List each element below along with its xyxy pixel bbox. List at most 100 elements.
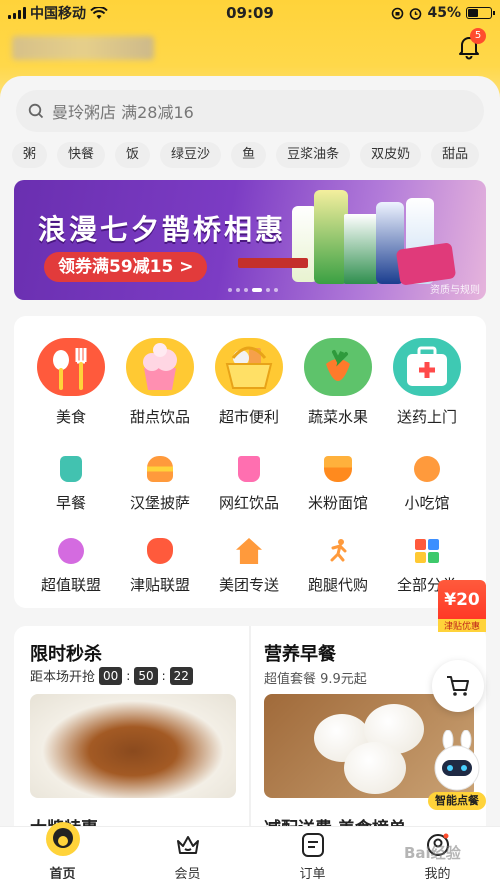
category-food[interactable]: 美食 xyxy=(31,338,111,427)
countdown-minutes: 50 xyxy=(134,666,158,685)
crown-icon xyxy=(176,836,199,854)
category-breakfast[interactable]: 早餐 xyxy=(26,456,116,513)
breakfast-title[interactable]: 营养早餐 xyxy=(264,640,336,666)
category-meituan-delivery[interactable]: 美团专送 xyxy=(204,538,294,595)
category-trendy-drinks[interactable]: 网红饮品 xyxy=(204,456,294,513)
notification-badge: 5 xyxy=(470,28,486,44)
watermark: Bai经验 xyxy=(404,844,461,862)
carousel-dots xyxy=(228,288,278,292)
promo-divider xyxy=(249,626,251,856)
blurred-address[interactable] xyxy=(12,36,154,60)
category-label: 早餐 xyxy=(55,494,86,512)
category-label: 超值联盟 xyxy=(40,576,101,594)
grid-icon xyxy=(414,538,440,564)
promo-section: 限时秒杀 距本场开抢 00: 50: 22 大牌特惠 营养早餐 超值套餐 9.9… xyxy=(14,626,486,856)
money-bag-icon xyxy=(147,538,173,564)
category-errand[interactable]: 跑腿代购 xyxy=(293,538,383,595)
category-dessert-drinks[interactable]: 甜点饮品 xyxy=(120,338,200,427)
category-label: 超市便利 xyxy=(218,408,279,426)
tab-home[interactable]: 首页 xyxy=(0,822,125,879)
tab-label: 首页 xyxy=(49,867,76,879)
tag-chip[interactable]: 粥 xyxy=(12,142,48,168)
category-label: 汉堡披萨 xyxy=(129,494,190,512)
cart-icon xyxy=(447,676,469,696)
house-icon xyxy=(236,538,262,564)
category-value-alliance[interactable]: 超值联盟 xyxy=(26,538,116,595)
flash-sale-title[interactable]: 限时秒杀 xyxy=(30,640,102,666)
carrot-icon xyxy=(304,338,372,396)
category-label: 小吃馆 xyxy=(404,494,450,512)
alarm-icon xyxy=(410,7,422,20)
piggy-bank-icon xyxy=(58,538,84,564)
cart-button[interactable] xyxy=(432,660,484,712)
utensils-icon xyxy=(37,338,105,396)
category-vegetables-fruits[interactable]: 蔬菜水果 xyxy=(298,338,378,427)
burger-icon xyxy=(147,456,173,482)
banner-coupon-button[interactable]: 领券满59减15 > xyxy=(44,252,208,282)
status-bar: 中国移动 09:09 45% xyxy=(0,0,500,26)
search-placeholder: 曼玲粥店 满28减16 xyxy=(52,103,194,122)
battery-percent: 45% xyxy=(427,5,461,21)
chocolate-box-image xyxy=(395,242,457,286)
bubble-tea-icon xyxy=(238,456,260,482)
category-label: 米粉面馆 xyxy=(307,494,368,512)
tag-chip[interactable]: 饭 xyxy=(115,142,151,168)
battery-icon xyxy=(466,7,495,19)
countdown-label: 距本场开抢 xyxy=(30,670,96,685)
promo-banner[interactable]: 浪漫七夕鹊桥相惠 领券满59减15 > 资质与规则 xyxy=(14,180,486,300)
category-subsidy-alliance[interactable]: 津贴联盟 xyxy=(115,538,205,595)
red-packet-label: 津贴优惠 xyxy=(438,619,486,632)
noodle-bowl-icon xyxy=(324,456,352,482)
category-supermarket[interactable]: 超市便利 xyxy=(209,338,289,427)
tag-chip[interactable]: 双皮奶 xyxy=(360,142,422,168)
countdown-seconds: 22 xyxy=(169,666,193,685)
drink-bottle-image xyxy=(314,190,348,284)
banner-rules-link[interactable]: 资质与规则 xyxy=(430,281,480,296)
category-label: 甜点饮品 xyxy=(129,408,190,426)
tag-chip[interactable]: 快餐 xyxy=(57,142,106,168)
dessert-icon xyxy=(126,338,194,396)
category-label: 美团专送 xyxy=(218,576,279,594)
search-icon xyxy=(28,103,44,119)
category-label: 跑腿代购 xyxy=(307,576,368,594)
category-label: 蔬菜水果 xyxy=(307,408,368,426)
category-burger-pizza[interactable]: 汉堡披萨 xyxy=(115,456,205,513)
drumstick-icon xyxy=(414,456,440,482)
basket-icon xyxy=(215,338,283,396)
red-packet-amount: ¥20 xyxy=(444,590,480,610)
bridge-image xyxy=(238,258,308,268)
tab-label: 订单 xyxy=(299,867,326,879)
runner-icon xyxy=(325,538,351,564)
tab-label: 我的 xyxy=(424,867,451,879)
tag-chip[interactable]: 豆浆油条 xyxy=(276,142,351,168)
tab-member[interactable]: 会员 xyxy=(125,827,250,879)
order-list-icon xyxy=(301,833,324,857)
flash-sale-countdown: 距本场开抢 00: 50: 22 xyxy=(30,666,193,685)
category-medicine-delivery[interactable]: 送药上门 xyxy=(387,338,467,427)
tag-chip[interactable]: 甜品 xyxy=(431,142,480,168)
milk-bottle-icon xyxy=(60,456,82,482)
flash-sale-food-image[interactable] xyxy=(30,694,236,798)
medicine-box-icon xyxy=(393,338,461,396)
home-icon xyxy=(45,822,80,856)
tab-orders[interactable]: 订单 xyxy=(250,827,375,879)
search-input[interactable]: 曼玲粥店 满28减16 xyxy=(16,90,484,132)
tab-label: 会员 xyxy=(174,867,201,879)
tag-chip[interactable]: 绿豆沙 xyxy=(160,142,222,168)
subsidy-red-packet[interactable]: ¥20 津贴优惠 xyxy=(438,580,486,632)
breakfast-subtitle: 超值套餐 9.9元起 xyxy=(264,672,367,687)
category-snacks[interactable]: 小吃馆 xyxy=(382,456,472,513)
robot-assistant-icon[interactable] xyxy=(428,730,486,796)
category-label: 网红饮品 xyxy=(218,494,279,512)
category-label: 美食 xyxy=(55,408,86,426)
category-noodles[interactable]: 米粉面馆 xyxy=(293,456,383,513)
countdown-hours: 00 xyxy=(99,666,123,685)
assistant-label[interactable]: 智能点餐 xyxy=(428,792,486,810)
drink-carton-image xyxy=(344,214,378,284)
rotation-lock-icon xyxy=(392,7,404,19)
tag-chip[interactable]: 鱼 xyxy=(231,142,267,168)
quick-tags: 粥 快餐 饭 绿豆沙 鱼 豆浆油条 双皮奶 甜品 xyxy=(12,142,500,168)
category-label: 送药上门 xyxy=(396,408,457,426)
banner-title: 浪漫七夕鹊桥相惠 xyxy=(38,213,287,246)
category-grid: 美食 甜点饮品 超市便利 蔬菜水果 送药上门 早餐 汉堡披萨 网红饮品 米粉面馆… xyxy=(14,316,486,608)
